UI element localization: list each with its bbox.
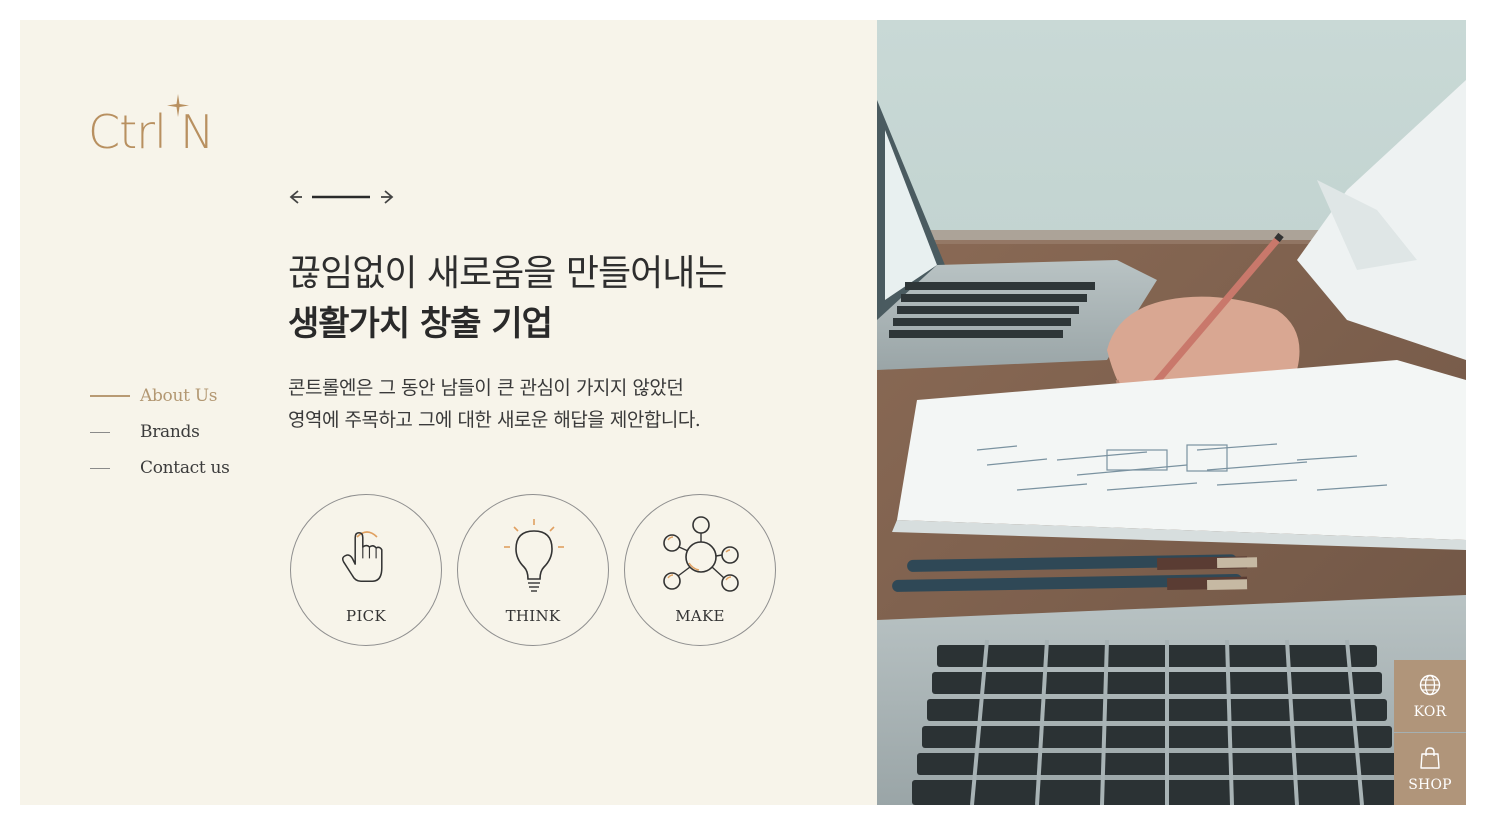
nav-label: About Us xyxy=(140,386,218,406)
nav-item-contact-us[interactable]: Contact us xyxy=(90,450,230,486)
value-circles: PICK THINK MAKE xyxy=(290,494,791,646)
nav-item-brands[interactable]: Brands xyxy=(90,414,230,450)
nav-label: Brands xyxy=(140,422,200,442)
svg-text:N: N xyxy=(180,105,214,156)
page-frame: Ctrl N 끊임없이 새로움을 만들어내는 생활가치 창출 기업 콘트롤엔은 … xyxy=(20,20,1466,805)
shop-label: SHOP xyxy=(1408,777,1452,793)
make-circle[interactable]: MAKE xyxy=(624,494,776,646)
hero-headline: 끊임없이 새로움을 만들어내는 생활가치 창출 기업 xyxy=(288,250,848,350)
description-line-2: 영역에 주목하고 그에 대한 새로운 해답을 제안합니다. xyxy=(288,409,701,431)
make-label: MAKE xyxy=(675,607,725,625)
pointing-hand-icon xyxy=(341,531,383,582)
lightbulb-icon xyxy=(504,519,564,592)
arrow-left-icon[interactable] xyxy=(289,190,302,204)
description-line-1: 콘트롤엔은 그 동안 남들이 큰 관심이 가지지 않았던 xyxy=(288,377,684,399)
svg-text:Ctrl: Ctrl xyxy=(88,105,166,156)
language-label: KOR xyxy=(1413,704,1447,720)
think-circle[interactable]: THINK xyxy=(457,494,609,646)
content-panel: Ctrl N 끊임없이 새로움을 만들어내는 생활가치 창출 기업 콘트롤엔은 … xyxy=(20,20,877,805)
active-indicator xyxy=(90,395,130,397)
pick-label: PICK xyxy=(346,607,386,625)
ctrln-logo[interactable]: Ctrl N xyxy=(88,92,220,159)
headline-line-2: 생활가치 창출 기업 xyxy=(288,304,553,344)
slider-arrows xyxy=(288,188,398,206)
shop-button[interactable]: SHOP xyxy=(1394,733,1466,805)
language-button[interactable]: KOR xyxy=(1394,660,1466,732)
hero-description: 콘트롤엔은 그 동안 남들이 큰 관심이 가지지 않았던 영역에 주목하고 그에… xyxy=(288,372,788,436)
nav-label: Contact us xyxy=(140,458,230,478)
think-label: THINK xyxy=(505,607,561,625)
nav-dash xyxy=(90,467,110,469)
arrow-right-icon[interactable] xyxy=(381,190,394,204)
hero-photo xyxy=(877,20,1466,805)
shopping-bag-icon xyxy=(1420,747,1440,769)
globe-icon xyxy=(1419,674,1441,696)
pick-circle[interactable]: PICK xyxy=(290,494,442,646)
network-icon xyxy=(663,516,739,592)
headline-line-1: 끊임없이 새로움을 만들어내는 xyxy=(288,253,727,294)
nav-item-about-us[interactable]: About Us xyxy=(90,378,230,414)
nav-dash xyxy=(90,431,110,433)
side-navigation: About Us Brands Contact us xyxy=(90,378,230,486)
